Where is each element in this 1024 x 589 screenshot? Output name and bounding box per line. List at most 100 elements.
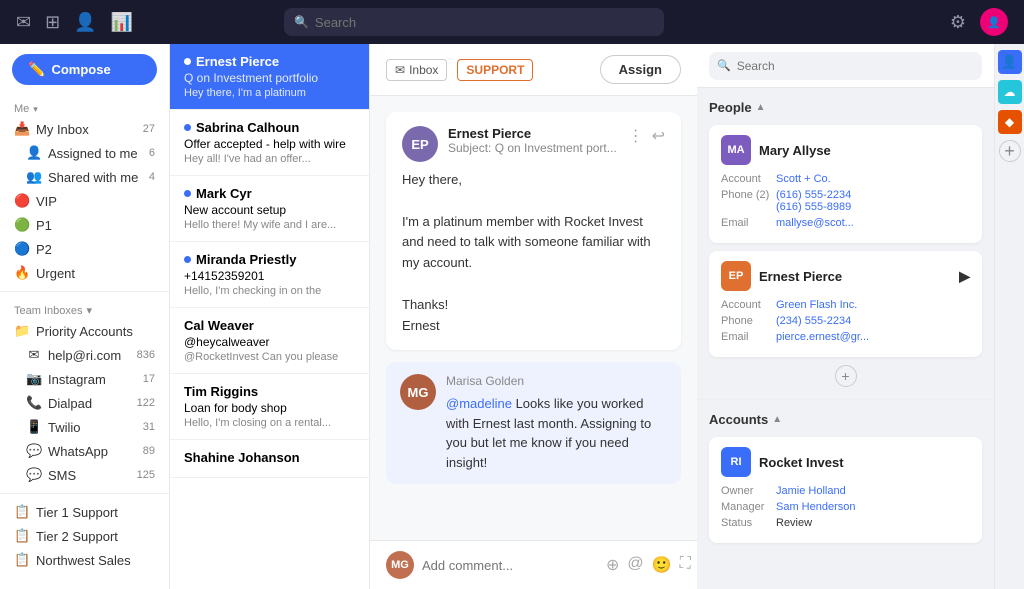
conv-item-tim-riggins[interactable]: Tim Riggins Loan for body shop Hello, I'… [170,374,369,440]
manager-value[interactable]: Sam Henderson [776,501,970,513]
ep-account-value[interactable]: Green Flash Inc. [776,299,970,311]
avatar-initials: 👤 [987,16,1001,29]
support-badge[interactable]: SUPPORT [457,59,533,81]
account-card-rocket-invest: RI Rocket Invest Owner Jamie Holland Man… [709,437,982,543]
conv-item-miranda-priestly[interactable]: Miranda Priestly +14152359201 Hello, I'm… [170,242,369,308]
add-icon[interactable]: ⊕ [606,555,619,575]
team-arrow: ▾ [86,304,92,317]
sidebar-item-twilio[interactable]: 📱 Twilio 31 [0,415,169,439]
sidebar-item-my-inbox[interactable]: 📥 My Inbox 27 [0,117,169,141]
sidebar-item-instagram[interactable]: 📷 Instagram 17 [0,367,169,391]
expand-icon[interactable]: ⛶ [680,555,691,575]
conv-subject: Q on Investment portfolio [184,71,355,85]
conv-item-ernest-pierce[interactable]: Ernest Pierce Q on Investment portfolio … [170,44,369,110]
conv-name: Ernest Pierce [184,54,355,69]
sidebar-item-dialpad[interactable]: 📞 Dialpad 122 [0,391,169,415]
people-arrow[interactable]: ▲ [756,102,766,113]
at-icon[interactable]: @ [627,555,643,575]
phone-1[interactable]: (616) 555-2234 [776,189,970,201]
right-panel: 🔍 People ▲ MA Mary Allyse Accou [697,44,994,589]
conv-name: Sabrina Calhoun [184,120,355,135]
reply-icon[interactable]: ↩ [652,126,665,146]
settings-icon[interactable]: ⚙ [950,12,966,33]
message-info: Ernest Pierce Subject: Q on Investment p… [448,126,618,155]
people-label: People [709,100,752,115]
crm-person-icon[interactable]: 👤 [998,50,1022,74]
comment-input[interactable] [422,558,598,573]
accounts-section: Accounts ▲ RI Rocket Invest Owner Jamie … [697,400,994,555]
sidebar-item-whatsapp[interactable]: 💬 WhatsApp 89 [0,439,169,463]
person-header-ep: EP Ernest Pierce ▶ [721,261,970,291]
person-avatar-ma: MA [721,135,751,165]
vip-icon: 🔴 [14,193,30,209]
nav-search-input[interactable] [315,15,654,30]
dialpad-count: 122 [137,397,155,409]
ep-phone-value[interactable]: (234) 555-2234 [776,315,970,327]
grid-icon[interactable]: ⊞ [45,12,60,33]
right-search-input[interactable] [737,59,974,73]
assign-button[interactable]: Assign [600,55,681,84]
chart-icon[interactable]: 📊 [111,12,133,33]
integration-icon[interactable]: ◆ [998,110,1022,134]
mail-icon[interactable]: ✉ [16,12,31,33]
team-section-label[interactable]: Team Inboxes ▾ [0,298,169,319]
message-card: EP Ernest Pierce Subject: Q on Investmen… [386,112,681,350]
sidebar-item-p1[interactable]: 🟢 P1 [0,213,169,237]
nav-search-bar[interactable]: 🔍 [284,8,664,36]
avatar-initials: EP [411,137,428,152]
inbox-icon-sm: ✉ [395,63,405,77]
conv-subject: +14152359201 [184,269,355,283]
phone-value: (616) 555-2234 (616) 555-8989 [776,189,970,213]
conv-subject: Offer accepted - help with wire [184,137,355,151]
folder-icon: 📁 [14,323,30,339]
sidebar-item-p2[interactable]: 🔵 P2 [0,237,169,261]
people-section: People ▲ MA Mary Allyse Account Scott + … [697,88,994,400]
ep-account-row: Account Green Flash Inc. [721,299,970,311]
online-dot [184,58,191,65]
sidebar-item-priority-accounts[interactable]: 📁 Priority Accounts [0,319,169,343]
inbox-badge-label: Inbox [409,63,438,77]
comment-avatar: MG [400,374,436,410]
cloud-icon[interactable]: ☁ [998,80,1022,104]
comment-input-row: MG ⊕ @ 🙂 ⛶ [370,540,697,589]
sidebar-item-shared-with-me[interactable]: 👥 Shared with me 4 [0,165,169,189]
assigned-icon: 👤 [26,145,42,161]
emoji-icon[interactable]: 🙂 [652,555,672,575]
sidebar-item-urgent[interactable]: 🔥 Urgent [0,261,169,285]
add-person-button[interactable]: + [835,365,857,387]
sidebar-item-tier1[interactable]: 📋 Tier 1 Support [0,500,169,524]
person-expand-arrow[interactable]: ▶ [959,268,970,285]
conv-item-cal-weaver[interactable]: Cal Weaver @heycalweaver @RocketInvest C… [170,308,369,374]
inbox-badge[interactable]: ✉ Inbox [386,59,447,81]
more-icon[interactable]: ⋮ [628,126,644,146]
user-icon[interactable]: 👤 [74,12,96,33]
sidebar-item-northwest[interactable]: 📋 Northwest Sales [0,548,169,572]
conv-item-sabrina-calhoun[interactable]: Sabrina Calhoun Offer accepted - help wi… [170,110,369,176]
sidebar-item-help-ri[interactable]: ✉ help@ri.com 836 [0,343,169,367]
add-integration-button[interactable]: + [999,140,1021,162]
comment-avatar-initials: MG [408,385,429,400]
phone-2[interactable]: (616) 555-8989 [776,201,970,213]
sidebar-item-vip[interactable]: 🔴 VIP [0,189,169,213]
avatar[interactable]: 👤 [980,8,1008,36]
conv-item-mark-cyr[interactable]: Mark Cyr New account setup Hello there! … [170,176,369,242]
message-avatar: EP [402,126,438,162]
sidebar-item-sms[interactable]: 💬 SMS 125 [0,463,169,487]
sms-label: SMS [48,468,131,483]
inbox-label: My Inbox [36,122,137,137]
account-value[interactable]: Scott + Co. [776,173,970,185]
me-section-label[interactable]: Me ▾ [0,97,169,117]
ep-email-value[interactable]: pierce.ernest@gr... [776,331,970,343]
sidebar-item-assigned-to-me[interactable]: 👤 Assigned to me 6 [0,141,169,165]
right-search-bar[interactable]: 🔍 [709,52,982,80]
mention-tag: @madeline [446,396,512,411]
accounts-arrow[interactable]: ▲ [772,414,782,425]
conv-item-shahine-johanson[interactable]: Shahine Johanson [170,440,369,478]
email-value[interactable]: mallyse@scot... [776,217,970,229]
inbox-icon: 📥 [14,121,30,137]
owner-value[interactable]: Jamie Holland [776,485,970,497]
instagram-icon: 📷 [26,371,42,387]
compose-button[interactable]: ✏️ Compose [12,54,157,85]
whatsapp-icon: 💬 [26,443,42,459]
sidebar-item-tier2[interactable]: 📋 Tier 2 Support [0,524,169,548]
